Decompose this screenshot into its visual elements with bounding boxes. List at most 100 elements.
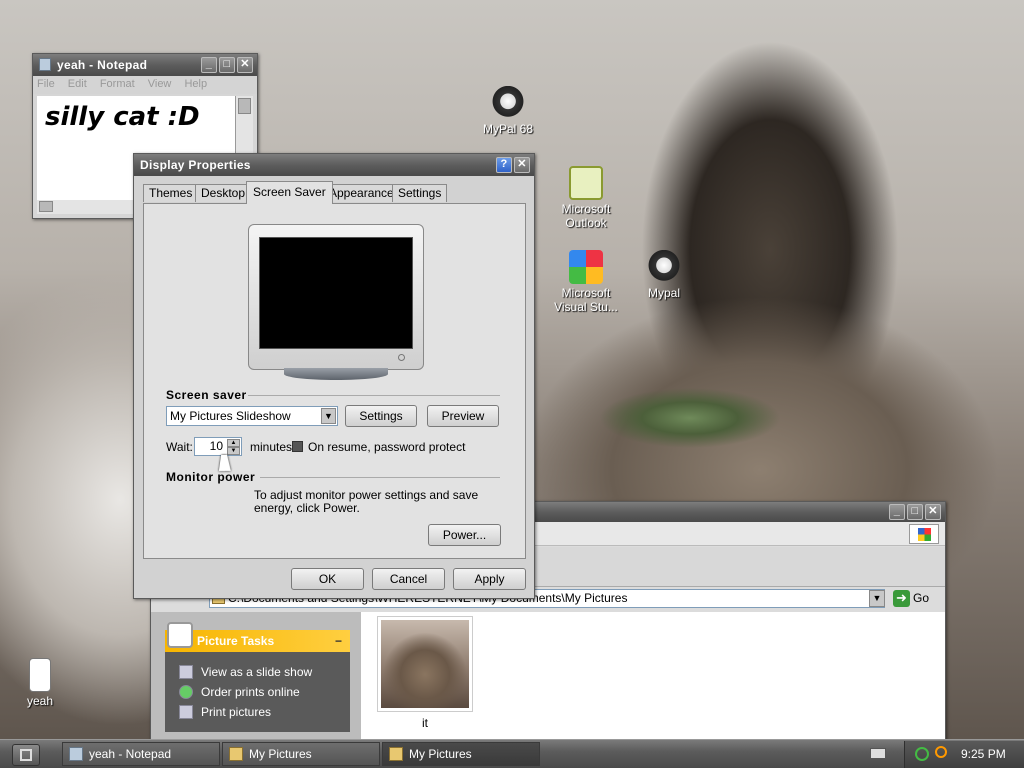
notepad-menubar: File Edit Format View Help xyxy=(33,76,257,94)
desktop-icon-label: Microsoft Outlook xyxy=(561,202,611,230)
menu-help[interactable]: Help xyxy=(184,78,207,90)
window-title: yeah - Notepad xyxy=(57,58,148,72)
chevron-down-icon[interactable]: ▼ xyxy=(321,408,336,424)
go-button[interactable]: ➜ Go xyxy=(891,589,939,608)
group-divider xyxy=(260,477,500,478)
clock[interactable]: 9:25 PM xyxy=(961,747,1006,761)
windows-logo-icon xyxy=(909,524,939,544)
search-icon[interactable] xyxy=(935,746,947,758)
menu-file[interactable]: File xyxy=(37,78,55,90)
power-button[interactable]: Power... xyxy=(428,524,501,546)
picture-tasks-icon xyxy=(167,622,193,648)
desktop-icon-mypal68[interactable]: MyPal 68 xyxy=(468,86,548,136)
collapse-icon[interactable]: − xyxy=(335,630,342,652)
desktop-icon-label: Microsoft Visual Stu... xyxy=(554,286,618,314)
print-pictures-link[interactable]: Print pictures xyxy=(179,705,271,719)
minutes-label: minutes xyxy=(250,440,293,454)
desktop-icon-visual-studio[interactable]: Microsoft Visual Stu... xyxy=(546,250,626,314)
menu-view[interactable]: View xyxy=(148,78,172,90)
maximize-button[interactable]: □ xyxy=(907,504,923,520)
scroll-thumb[interactable] xyxy=(39,201,53,212)
scroll-thumb[interactable] xyxy=(238,98,251,114)
taskbar-button-my-pictures-1[interactable]: My Pictures xyxy=(222,742,380,766)
screen-saver-group-label: Screen saver xyxy=(166,388,247,402)
desktop-icon-mypal[interactable]: Mypal xyxy=(624,250,704,300)
notepad-icon xyxy=(39,58,51,71)
system-tray: 9:25 PM xyxy=(904,741,1024,768)
view-slideshow-link[interactable]: View as a slide show xyxy=(179,665,313,679)
close-button[interactable]: ✕ xyxy=(237,57,253,73)
monitor-screen xyxy=(259,237,413,349)
monitor-power-text: To adjust monitor power settings and sav… xyxy=(254,488,479,515)
link-label: Order prints online xyxy=(201,685,300,699)
tab-appearance[interactable]: Appearance xyxy=(323,184,400,202)
ok-button[interactable]: OK xyxy=(291,568,364,590)
desktop-icon-yeah[interactable]: yeah xyxy=(0,658,80,708)
windows-start-icon xyxy=(20,749,32,761)
close-button[interactable]: ✕ xyxy=(514,157,530,173)
cat-photo-thumbnail xyxy=(377,616,473,712)
mypal-icon xyxy=(491,86,525,120)
display-properties-dialog[interactable]: Display Properties ? ✕ Themes Desktop Sc… xyxy=(133,153,535,599)
tab-screen-saver[interactable]: Screen Saver xyxy=(246,181,333,204)
taskbar-button-notepad[interactable]: yeah - Notepad xyxy=(62,742,220,766)
text-file-icon xyxy=(29,658,51,692)
notepad-titlebar[interactable]: yeah - Notepad _ □ ✕ xyxy=(33,54,257,76)
minimize-button[interactable]: _ xyxy=(889,504,905,520)
picture-tasks-header[interactable]: Picture Tasks − xyxy=(165,622,350,652)
tab-settings[interactable]: Settings xyxy=(392,184,448,202)
cancel-button[interactable]: Cancel xyxy=(372,568,445,590)
spinner-down-icon[interactable]: ▼ xyxy=(227,447,240,455)
tab-themes[interactable]: Themes xyxy=(143,184,199,202)
wait-spinner[interactable]: 10 ▲ ▼ xyxy=(194,437,242,456)
notepad-content: silly cat :D xyxy=(45,102,200,132)
link-label: View as a slide show xyxy=(201,665,313,679)
tab-desktop[interactable]: Desktop xyxy=(195,184,252,202)
minimize-button[interactable]: _ xyxy=(201,57,217,73)
close-button[interactable]: ✕ xyxy=(925,504,941,520)
taskbar-button-label: yeah - Notepad xyxy=(89,747,172,761)
desktop-icon-outlook[interactable]: Microsoft Outlook xyxy=(546,166,626,230)
outlook-icon xyxy=(569,166,603,200)
taskbar-button-label: My Pictures xyxy=(249,747,312,761)
tab-label: Appearance xyxy=(329,186,394,200)
file-name: it xyxy=(422,716,428,730)
dialog-titlebar[interactable]: Display Properties ? ✕ xyxy=(134,154,534,176)
settings-button[interactable]: Settings xyxy=(345,405,417,427)
spinner-up-icon[interactable]: ▲ xyxy=(227,439,240,447)
menu-format[interactable]: Format xyxy=(100,78,135,90)
order-prints-link[interactable]: Order prints online xyxy=(179,685,300,699)
notepad-icon xyxy=(69,747,83,761)
folder-icon xyxy=(389,747,403,761)
network-icon[interactable] xyxy=(915,747,929,761)
preview-button[interactable]: Preview xyxy=(427,405,499,427)
desktop-icon-label: MyPal 68 xyxy=(482,122,534,136)
help-button[interactable]: ? xyxy=(496,157,512,173)
taskbar-button-my-pictures-2[interactable]: My Pictures xyxy=(382,742,540,766)
screen-saver-value: My Pictures Slideshow xyxy=(170,409,291,423)
button-label: Cancel xyxy=(389,572,428,586)
address-dropdown-button[interactable]: ▼ xyxy=(869,590,885,607)
keyboard-icon[interactable] xyxy=(870,748,886,759)
tab-label: Settings xyxy=(398,186,442,200)
tab-label: Desktop xyxy=(201,186,246,200)
monitor-power-led xyxy=(398,354,405,361)
screen-saver-select[interactable]: My Pictures Slideshow ▼ xyxy=(166,406,338,426)
wait-value: 10 xyxy=(209,439,223,453)
tab-label: Screen Saver xyxy=(253,185,326,199)
wait-label: Wait: xyxy=(166,440,193,454)
start-button[interactable] xyxy=(12,744,40,766)
picture-tasks-title: Picture Tasks xyxy=(197,634,275,648)
maximize-button[interactable]: □ xyxy=(219,57,235,73)
password-protect-label[interactable]: On resume, password protect xyxy=(308,440,465,454)
file-view: it xyxy=(361,612,945,740)
menu-edit[interactable]: Edit xyxy=(68,78,87,90)
tab-panel: Screen saver My Pictures Slideshow ▼ Set… xyxy=(143,203,526,559)
apply-button[interactable]: Apply xyxy=(453,568,526,590)
printer-icon xyxy=(179,705,193,719)
password-protect-checkbox[interactable] xyxy=(292,441,303,452)
group-divider xyxy=(248,395,500,396)
thumbnail-item[interactable]: it xyxy=(377,616,473,734)
mypal-icon xyxy=(647,250,681,284)
visual-studio-icon xyxy=(569,250,603,284)
